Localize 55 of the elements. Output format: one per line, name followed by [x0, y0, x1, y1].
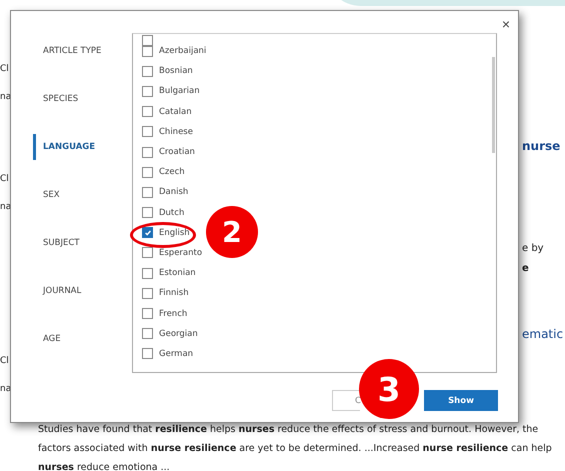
result-text: e by — [522, 242, 544, 256]
result-text: Cl — [0, 173, 9, 186]
checkbox[interactable] — [142, 348, 153, 360]
language-option[interactable]: German — [142, 344, 194, 364]
result-text: Cl — [0, 63, 9, 76]
filter-category-tab[interactable]: SUBJECT — [11, 234, 132, 252]
language-option[interactable]: Bosnian — [142, 61, 193, 82]
checkbox[interactable] — [142, 268, 153, 279]
scrollbar[interactable] — [492, 57, 495, 153]
language-option[interactable]: Danish — [142, 182, 188, 202]
result-text: Cl — [0, 355, 9, 368]
language-option[interactable]: Georgian — [142, 324, 198, 344]
checkbox[interactable] — [142, 106, 153, 118]
result-text: e — [522, 262, 529, 276]
language-option[interactable]: Chinese — [142, 122, 193, 142]
language-option[interactable]: Finnish — [142, 283, 189, 304]
highlight-ellipse — [130, 222, 196, 248]
checkbox[interactable] — [142, 207, 153, 218]
checkbox[interactable] — [142, 227, 153, 238]
show-button[interactable]: Show — [424, 390, 498, 411]
language-option[interactable]: Dutch — [142, 202, 184, 223]
filter-category-tab[interactable]: JOURNAL — [11, 282, 132, 300]
checkbox[interactable] — [142, 146, 153, 158]
checkbox[interactable] — [142, 126, 153, 138]
cancel-button[interactable]: C — [332, 390, 360, 411]
language-option[interactable]: French — [142, 303, 188, 324]
close-button[interactable]: × — [500, 17, 512, 31]
result-snippet: nurses reduce emotiona ... — [38, 461, 171, 471]
filter-category-tab[interactable]: ARTICLE TYPE — [11, 42, 132, 60]
language-option[interactable]: Azerbaijani — [142, 41, 206, 62]
filter-category-tab[interactable]: SPECIES — [11, 90, 132, 108]
checkbox[interactable] — [142, 46, 153, 57]
language-option[interactable]: English — [142, 222, 190, 243]
language-option[interactable]: Esperanto — [142, 242, 202, 264]
filter-category-tab[interactable]: AGE — [11, 330, 132, 348]
checkbox[interactable] — [142, 66, 153, 77]
filter-category-tab[interactable]: LANGUAGE — [33, 134, 132, 160]
checkbox[interactable] — [142, 308, 153, 320]
checkbox[interactable] — [142, 328, 153, 340]
result-title-link[interactable]: nurse — [522, 138, 560, 154]
checkbox[interactable] — [142, 35, 153, 46]
checkbox[interactable] — [142, 247, 153, 258]
filter-category-tab[interactable]: SEX — [11, 186, 132, 204]
language-option[interactable]: Bulgarian — [142, 81, 200, 102]
language-option[interactable]: Croatian — [142, 142, 195, 162]
checkbox[interactable] — [142, 288, 153, 299]
result-snippet: Studies have found that resilience helps nurses reduce the effects of stress and burnout. However, the — [38, 423, 540, 437]
checkbox[interactable] — [142, 86, 153, 97]
language-option[interactable]: Catalan — [142, 102, 192, 122]
checkbox[interactable] — [142, 186, 153, 198]
result-title-link[interactable]: ematic — [522, 326, 564, 342]
language-option[interactable]: Czech — [142, 162, 185, 182]
checkbox[interactable] — [142, 166, 153, 178]
result-snippet: factors associated with nurse resilience are yet to be determined. ...Increased nurse resilience can help — [38, 442, 553, 456]
language-option[interactable]: Estonian — [142, 263, 196, 284]
